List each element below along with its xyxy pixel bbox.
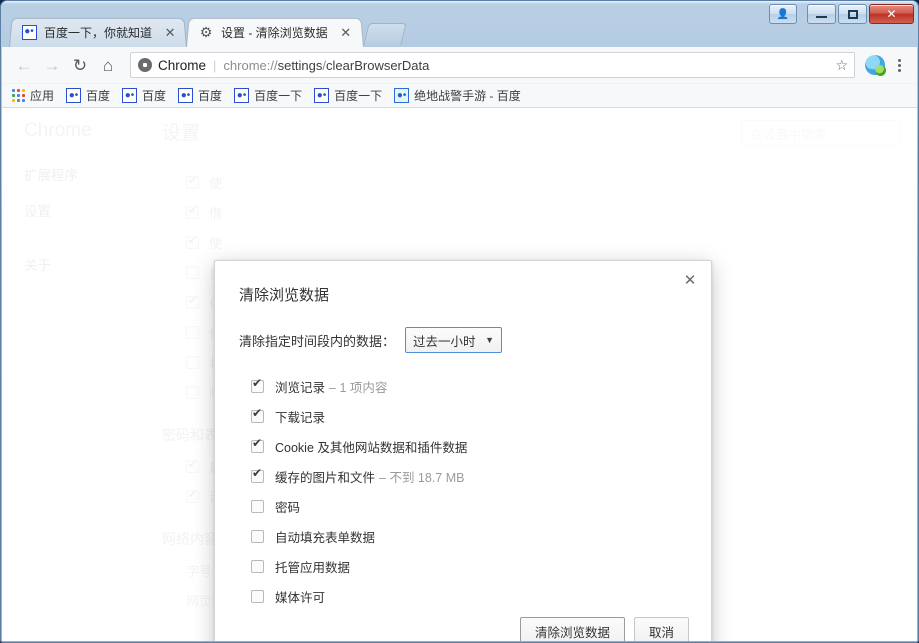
bookmark-label: 百度 xyxy=(142,89,167,103)
baidu-paw-icon: ●• xyxy=(314,88,330,103)
bookmark-label: 百度一下 xyxy=(334,89,383,103)
bookmark-label: 百度 xyxy=(198,89,223,103)
data-type-label: 媒体许可 xyxy=(275,590,326,605)
baidu-paw-icon: ●• xyxy=(122,88,138,103)
browser-toolbar: ← → ↻ ⌂ Chrome | chrome://settings/clear… xyxy=(2,47,917,84)
page-viewport: Chrome 扩展程序 设置 关于 设置 使 借 使 自 保 使 将 附 密码和… xyxy=(2,108,917,641)
clear-data-button[interactable]: 清除浏览数据 xyxy=(519,617,625,641)
dialog-body: ✕ 清除浏览数据 清除指定时间段内的数据： 过去一小时 ▼ 浏览记录 – 1 项… xyxy=(215,261,711,611)
omnibox-separator: | xyxy=(213,57,217,73)
time-range-value: 过去一小时 xyxy=(413,334,476,349)
bookmark-item[interactable]: ●• 百度一下 xyxy=(230,85,308,106)
chevron-down-icon: ▼ xyxy=(485,335,495,345)
gear-icon: ⚙ xyxy=(199,24,213,40)
checkbox-icon[interactable] xyxy=(251,407,264,423)
forward-icon[interactable]: → xyxy=(38,51,66,79)
data-type-label: 密码 xyxy=(275,500,301,515)
omnibox-url: chrome://settings/clearBrowserData xyxy=(223,58,429,73)
time-range-label: 清除指定时间段内的数据： xyxy=(239,333,396,349)
data-type-row-passwords[interactable]: 密码 xyxy=(237,491,689,521)
data-type-row-hosted-app-data[interactable]: 托管应用数据 xyxy=(237,551,689,581)
tab-close-icon[interactable]: ✕ xyxy=(338,24,354,40)
data-type-label: 下载记录 xyxy=(275,410,326,425)
bookmark-label: 百度 xyxy=(86,89,111,103)
data-type-row-history[interactable]: 浏览记录 – 1 项内容 xyxy=(237,371,689,401)
data-type-row-cache[interactable]: 缓存的图片和文件 – 不到 18.7 MB xyxy=(237,461,689,491)
minimize-button[interactable] xyxy=(807,4,836,24)
checkbox-icon[interactable] xyxy=(251,499,264,513)
baidu-paw-icon: ●• xyxy=(234,88,250,103)
chrome-logo-icon xyxy=(138,58,152,72)
chrome-menu-icon[interactable] xyxy=(889,58,909,72)
dialog-actions: 清除浏览数据 取消 xyxy=(215,611,711,641)
new-tab-button[interactable] xyxy=(363,23,407,45)
time-range-select[interactable]: 过去一小时 ▼ xyxy=(405,327,503,353)
checkbox-icon[interactable] xyxy=(251,529,264,543)
title-bar: ●• 百度一下，你就知道 ✕ ⚙ 设置 - 清除浏览数据 ✕ 👤 ✕ xyxy=(1,1,918,47)
data-type-label: 托管应用数据 xyxy=(275,560,351,575)
bookmark-item[interactable]: ●• 百度 xyxy=(62,85,116,106)
baidu-paw-icon: ●• xyxy=(178,88,194,103)
dialog-title: 清除浏览数据 xyxy=(239,287,330,304)
bookmark-item[interactable]: ●• 绝地战警手游 - 百度 xyxy=(390,85,527,106)
bookmark-apps[interactable]: 应用 xyxy=(8,85,60,106)
apps-grid-icon xyxy=(12,89,25,102)
baidu-paw-icon: ●• xyxy=(66,88,82,103)
tab-title: 设置 - 清除浏览数据 xyxy=(221,25,328,40)
data-type-row-downloads[interactable]: 下载记录 xyxy=(237,401,689,431)
checkbox-icon[interactable] xyxy=(251,589,264,603)
maximize-button[interactable] xyxy=(838,4,867,24)
tab-close-icon[interactable]: ✕ xyxy=(162,24,178,40)
data-type-note: – 不到 18.7 MB xyxy=(379,470,465,485)
address-bar[interactable]: Chrome | chrome://settings/clearBrowserD… xyxy=(130,52,855,78)
baidu-paw-icon: ●• xyxy=(21,24,37,40)
data-type-row-cookies[interactable]: Cookie 及其他网站数据和插件数据 xyxy=(237,431,689,461)
cancel-button[interactable]: 取消 xyxy=(633,617,689,641)
baidu-bear-icon: ●• xyxy=(394,88,410,103)
bookmark-label: 绝地战警手游 - 百度 xyxy=(414,89,521,103)
close-button[interactable]: ✕ xyxy=(869,4,914,24)
data-type-label: 浏览记录 xyxy=(275,380,326,395)
back-icon[interactable]: ← xyxy=(10,51,38,79)
checkbox-icon[interactable] xyxy=(251,559,264,573)
close-icon[interactable]: ✕ xyxy=(679,269,701,291)
data-type-row-autofill[interactable]: 自动填充表单数据 xyxy=(237,521,689,551)
bookmarks-bar: 应用 ●• 百度 ●• 百度 ●• 百度 ●• 百度一下 ●• 百度一下 ●• … xyxy=(2,84,917,108)
url-prefix: chrome:// xyxy=(223,57,278,73)
extension-icon[interactable] xyxy=(865,55,886,76)
browser-tab-settings[interactable]: ⚙ 设置 - 清除浏览数据 ✕ xyxy=(186,17,364,47)
browser-tab-baidu[interactable]: ●• 百度一下，你就知道 ✕ xyxy=(9,17,187,47)
tab-title: 百度一下，你就知道 xyxy=(44,25,153,40)
data-type-label: 缓存的图片和文件 xyxy=(275,470,376,485)
data-type-label: 自动填充表单数据 xyxy=(275,530,376,545)
bookmark-label: 百度一下 xyxy=(254,89,303,103)
user-profile-icon[interactable]: 👤 xyxy=(769,4,797,24)
bookmark-label: 应用 xyxy=(30,89,55,103)
bookmark-item[interactable]: ●• 百度 xyxy=(118,85,172,106)
tab-strip: ●• 百度一下，你就知道 ✕ ⚙ 设置 - 清除浏览数据 ✕ xyxy=(9,15,407,47)
data-type-row-media-licenses[interactable]: 媒体许可 xyxy=(237,581,689,611)
bookmark-item[interactable]: ●• 百度 xyxy=(174,85,228,106)
bookmark-star-icon[interactable]: ☆ xyxy=(829,57,848,74)
home-icon[interactable]: ⌂ xyxy=(94,51,122,79)
time-range-row: 清除指定时间段内的数据： 过去一小时 ▼ xyxy=(239,327,689,353)
bookmark-item[interactable]: ●• 百度一下 xyxy=(310,85,388,106)
checkbox-icon[interactable] xyxy=(251,437,264,453)
clear-browsing-data-dialog: ✕ 清除浏览数据 清除指定时间段内的数据： 过去一小时 ▼ 浏览记录 – 1 项… xyxy=(214,260,712,641)
url-host: settings xyxy=(277,57,323,73)
data-type-note: – 1 项内容 xyxy=(329,380,388,395)
checkbox-icon[interactable] xyxy=(251,467,264,483)
browser-window: ●• 百度一下，你就知道 ✕ ⚙ 设置 - 清除浏览数据 ✕ 👤 ✕ ← → ↻… xyxy=(0,0,919,643)
omnibox-scheme-label: Chrome xyxy=(158,57,207,73)
window-controls: 👤 ✕ xyxy=(769,4,914,24)
reload-icon[interactable]: ↻ xyxy=(66,51,94,79)
url-path: clearBrowserData xyxy=(326,57,430,73)
data-type-label: Cookie 及其他网站数据和插件数据 xyxy=(275,440,468,455)
checkbox-icon[interactable] xyxy=(251,377,264,393)
